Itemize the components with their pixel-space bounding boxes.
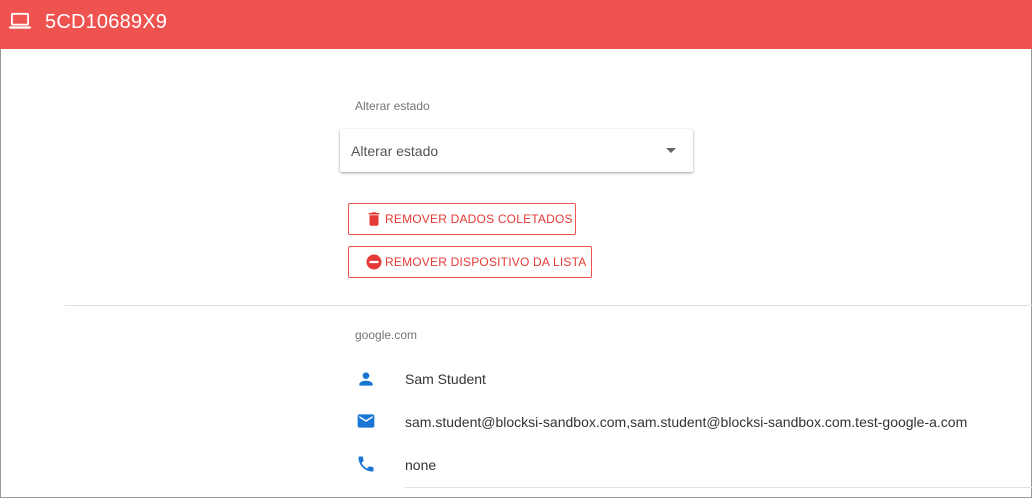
account-domain: google.com: [355, 328, 418, 342]
remove-device-button[interactable]: REMOVER DISPOSITIVO DA LISTA: [348, 246, 592, 278]
person-icon: [359, 372, 373, 386]
state-select-value: Alterar estado: [351, 143, 439, 159]
account-email: sam.student@blocksi-sandbox.com,sam.stud…: [405, 414, 968, 430]
remove-collected-data-button[interactable]: REMOVER DADOS COLETADOS: [348, 203, 576, 235]
state-section-label: Alterar estado: [355, 99, 430, 113]
state-select[interactable]: Alterar estado: [340, 129, 693, 172]
remove-collected-data-label: REMOVER DADOS COLETADOS: [385, 212, 573, 226]
dropdown-arrow-icon: [666, 148, 676, 153]
section-divider: [65, 305, 1032, 306]
account-phone: none: [405, 457, 437, 473]
email-icon: [357, 414, 375, 428]
remove-circle-icon: [366, 254, 382, 270]
device-id-title: 5CD10689X9: [45, 11, 168, 33]
laptop-icon: [9, 12, 31, 29]
phone-icon: [358, 456, 374, 472]
trash-icon: [368, 212, 380, 226]
remove-device-label: REMOVER DISPOSITIVO DA LISTA: [385, 255, 587, 269]
account-name: Sam Student: [405, 371, 486, 387]
row-divider: [405, 487, 1032, 488]
device-header: 5CD10689X9: [0, 0, 1032, 49]
